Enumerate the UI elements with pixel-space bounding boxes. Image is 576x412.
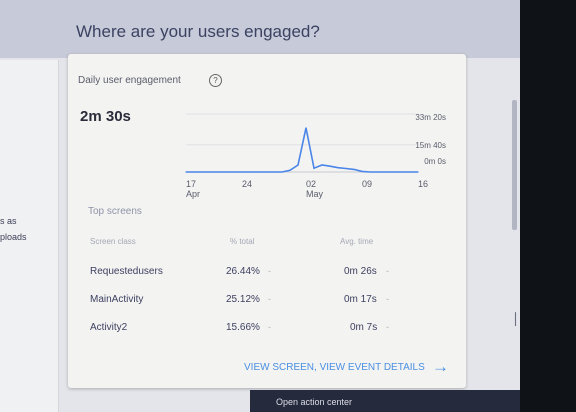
data-point: [321, 164, 323, 166]
top-screens-title: Top screens: [88, 206, 142, 217]
x-tick-month-label: Apr: [186, 189, 200, 199]
row-3-screen: Activity2: [90, 322, 128, 333]
x-tick-label: 16: [418, 179, 428, 189]
row-1-screen: Requestedusers: [90, 266, 163, 277]
arrow-right-icon[interactable]: →: [432, 357, 449, 377]
data-point: [305, 127, 307, 129]
data-point: [225, 171, 227, 173]
data-point: [313, 167, 315, 169]
y-tick-label: 33m 20s: [415, 113, 446, 122]
engagement-card: Daily user engagement ? 2m 30s 33m 20s 15…: [68, 54, 466, 388]
x-tick-month-label: May: [306, 189, 324, 199]
series-line: [186, 127, 418, 173]
data-point: [289, 169, 291, 171]
row-3-pct-marker: -: [268, 322, 271, 332]
data-point: [369, 171, 371, 173]
data-point: [409, 171, 411, 173]
row-1-time: 0m 26s: [344, 266, 377, 277]
app-screen: Where are your users engaged? s as pload…: [0, 0, 520, 412]
row-1-pct-marker: -: [268, 266, 271, 276]
x-tick-label: 02: [306, 179, 316, 189]
row-3-pct: 15.66%: [226, 322, 260, 333]
col-header-pct: % total: [230, 237, 255, 246]
y-tick-label: 0m 0s: [424, 157, 446, 166]
data-point: [377, 171, 379, 173]
left-card-text-2: ploads: [0, 232, 27, 242]
row-1-time-marker: -: [386, 266, 389, 276]
row-3-time: 0m 7s: [350, 322, 378, 333]
section-title: Where are your users engaged?: [76, 22, 320, 41]
row-2-pct-marker: -: [268, 294, 271, 304]
data-point: [201, 171, 203, 173]
view-details-link[interactable]: VIEW SCREEN, VIEW EVENT DETAILS: [244, 362, 425, 373]
data-point: [393, 171, 395, 173]
data-point: [417, 171, 419, 173]
row-1-pct: 26.44%: [226, 266, 260, 277]
col-header-screen: Screen class: [90, 237, 136, 246]
action-center-popup[interactable]: Open action center: [250, 390, 520, 412]
left-side-card: s as ploads: [0, 60, 59, 412]
data-point: [345, 167, 347, 170]
data-point: [401, 171, 403, 173]
scrollbar[interactable]: [512, 100, 517, 230]
data-point: [337, 167, 339, 169]
row-2-time-marker: -: [386, 294, 389, 304]
x-tick-label: 09: [362, 179, 372, 189]
data-point: [185, 171, 187, 173]
y-tick-label: 15m 40s: [415, 141, 446, 150]
x-tick-label: 17: [186, 179, 196, 189]
data-point: [193, 171, 195, 173]
data-point: [297, 164, 299, 166]
x-tick-label: 24: [242, 179, 252, 189]
data-point: [273, 171, 275, 173]
text-cursor-icon: ∣: [512, 310, 519, 326]
data-point: [241, 171, 243, 173]
row-3-time-marker: -: [386, 322, 389, 332]
left-card-text-1: s as: [0, 216, 17, 226]
data-point: [329, 165, 331, 167]
data-point: [353, 168, 355, 170]
data-point: [281, 171, 283, 173]
data-point: [265, 171, 267, 173]
data-point: [385, 171, 387, 173]
row-2-pct: 25.12%: [226, 294, 260, 305]
section-header: Where are your users engaged?: [0, 0, 520, 58]
data-point: [209, 171, 211, 173]
monitor-bezel: [520, 0, 576, 412]
row-2-time: 0m 17s: [344, 294, 377, 305]
action-center-text: Open action center: [276, 397, 353, 407]
data-point: [249, 171, 251, 173]
engagement-chart: 33m 20s 15m 40s 0m 0s 17Apr 24 02May 09 16: [185, 113, 446, 199]
data-point: [233, 171, 235, 173]
col-header-time: Avg. time: [340, 237, 374, 246]
data-point: [361, 170, 363, 173]
row-2-screen: MainActivity: [90, 294, 144, 305]
data-point: [217, 171, 219, 173]
data-point: [257, 171, 259, 173]
